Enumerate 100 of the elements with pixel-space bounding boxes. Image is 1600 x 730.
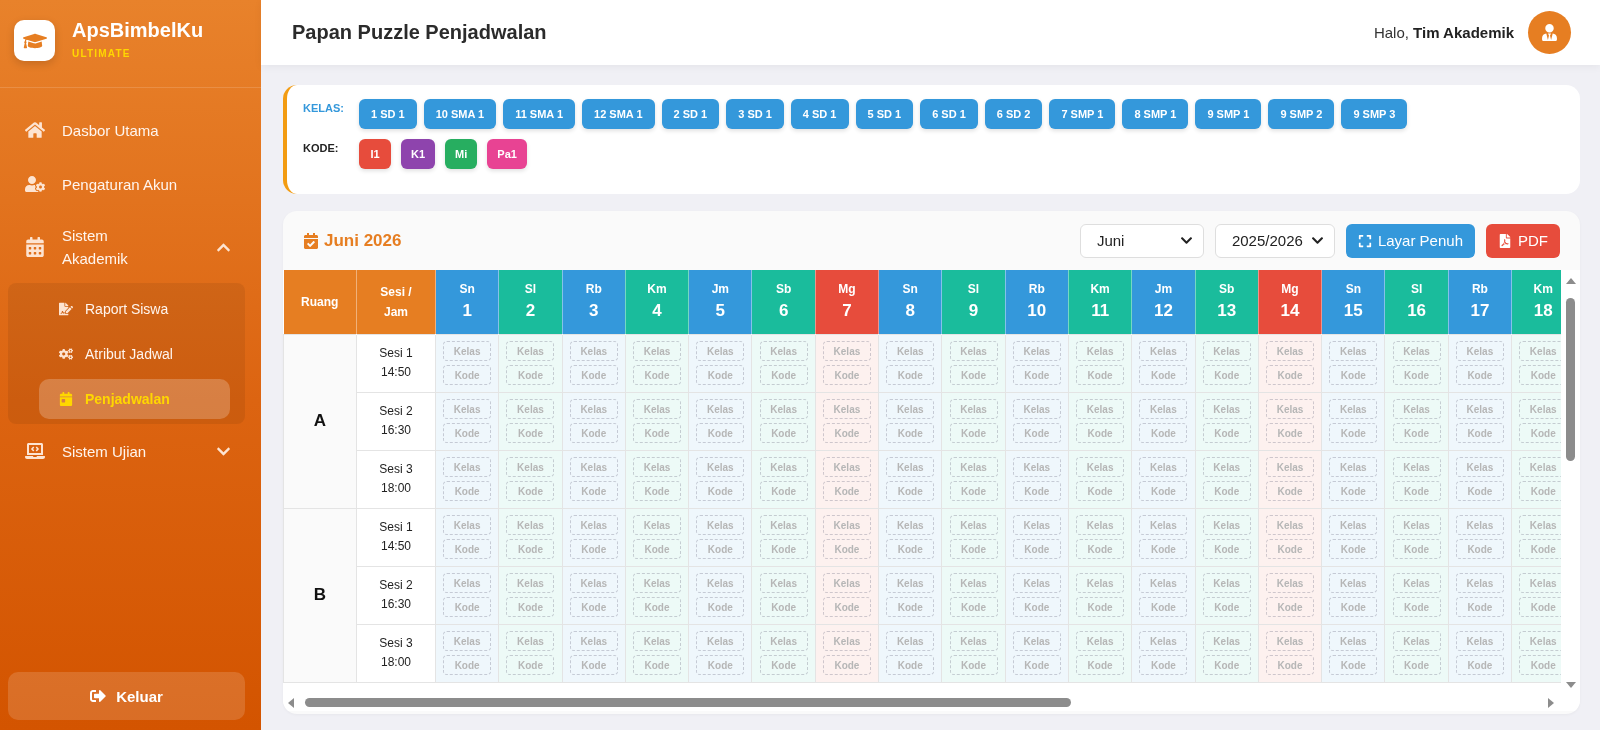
class-drop-slot[interactable]: Kelas bbox=[569, 341, 618, 361]
code-drop-slot[interactable]: Kode bbox=[949, 655, 998, 675]
class-drop-slot[interactable]: Kelas bbox=[1139, 399, 1188, 419]
code-drop-slot[interactable]: Kode bbox=[1012, 423, 1061, 443]
code-drop-slot[interactable]: Kode bbox=[949, 365, 998, 385]
class-drop-slot[interactable]: Kelas bbox=[1266, 399, 1314, 419]
code-drop-slot[interactable]: Kode bbox=[886, 365, 935, 385]
class-chip[interactable]: 9 SMP 2 bbox=[1268, 99, 1335, 129]
class-drop-slot[interactable]: Kelas bbox=[886, 399, 935, 419]
class-drop-slot[interactable]: Kelas bbox=[506, 341, 555, 361]
class-drop-slot[interactable]: Kelas bbox=[1455, 341, 1504, 361]
code-drop-slot[interactable]: Kode bbox=[506, 423, 555, 443]
code-drop-slot[interactable]: Kode bbox=[1392, 423, 1441, 443]
code-drop-slot[interactable]: Kode bbox=[1266, 539, 1314, 559]
class-drop-slot[interactable]: Kelas bbox=[443, 573, 492, 593]
code-drop-slot[interactable]: Kode bbox=[1455, 597, 1504, 617]
code-drop-slot[interactable]: Kode bbox=[569, 597, 618, 617]
class-drop-slot[interactable]: Kelas bbox=[443, 631, 492, 651]
left-triangle-icon[interactable] bbox=[288, 697, 294, 708]
code-drop-slot[interactable]: Kode bbox=[1266, 655, 1314, 675]
class-drop-slot[interactable]: Kelas bbox=[1392, 457, 1441, 477]
class-drop-slot[interactable]: Kelas bbox=[1139, 631, 1188, 651]
code-drop-slot[interactable]: Kode bbox=[822, 423, 871, 443]
code-drop-slot[interactable]: Kode bbox=[696, 481, 745, 501]
class-chip[interactable]: 12 SMA 1 bbox=[582, 99, 655, 129]
scrollbar-thumb[interactable] bbox=[1566, 298, 1575, 461]
code-drop-slot[interactable]: Kode bbox=[506, 481, 555, 501]
class-drop-slot[interactable]: Kelas bbox=[886, 515, 935, 535]
class-drop-slot[interactable]: Kelas bbox=[822, 399, 871, 419]
class-drop-slot[interactable]: Kelas bbox=[633, 515, 682, 535]
class-chip[interactable]: 8 SMP 1 bbox=[1122, 99, 1189, 129]
code-drop-slot[interactable]: Kode bbox=[1076, 365, 1125, 385]
class-drop-slot[interactable]: Kelas bbox=[1329, 573, 1378, 593]
class-drop-slot[interactable]: Kelas bbox=[1139, 515, 1188, 535]
class-drop-slot[interactable]: Kelas bbox=[506, 631, 555, 651]
class-drop-slot[interactable]: Kelas bbox=[696, 399, 745, 419]
class-drop-slot[interactable]: Kelas bbox=[759, 573, 808, 593]
code-drop-slot[interactable]: Kode bbox=[1076, 655, 1125, 675]
code-drop-slot[interactable]: Kode bbox=[886, 597, 935, 617]
submenu-item[interactable]: Raport Siswa bbox=[39, 289, 230, 329]
class-drop-slot[interactable]: Kelas bbox=[506, 573, 555, 593]
fullscreen-button[interactable]: Layar Penuh bbox=[1345, 223, 1475, 258]
class-drop-slot[interactable]: Kelas bbox=[1076, 399, 1125, 419]
code-drop-slot[interactable]: Kode bbox=[1329, 597, 1378, 617]
class-drop-slot[interactable]: Kelas bbox=[696, 573, 745, 593]
class-drop-slot[interactable]: Kelas bbox=[633, 457, 682, 477]
class-drop-slot[interactable]: Kelas bbox=[1329, 457, 1378, 477]
code-drop-slot[interactable]: Kode bbox=[759, 597, 808, 617]
class-drop-slot[interactable]: Kelas bbox=[1202, 515, 1251, 535]
class-drop-slot[interactable]: Kelas bbox=[696, 341, 745, 361]
code-drop-slot[interactable]: Kode bbox=[633, 655, 682, 675]
code-drop-slot[interactable]: Kode bbox=[1202, 365, 1251, 385]
class-drop-slot[interactable]: Kelas bbox=[886, 457, 935, 477]
code-drop-slot[interactable]: Kode bbox=[506, 365, 555, 385]
class-drop-slot[interactable]: Kelas bbox=[1076, 341, 1125, 361]
code-drop-slot[interactable]: Kode bbox=[633, 539, 682, 559]
code-drop-slot[interactable]: Kode bbox=[569, 365, 618, 385]
class-drop-slot[interactable]: Kelas bbox=[1202, 341, 1251, 361]
code-drop-slot[interactable]: Kode bbox=[696, 597, 745, 617]
class-drop-slot[interactable]: Kelas bbox=[822, 457, 871, 477]
class-drop-slot[interactable]: Kelas bbox=[1202, 573, 1251, 593]
code-drop-slot[interactable]: Kode bbox=[443, 481, 492, 501]
code-drop-slot[interactable]: Kode bbox=[633, 481, 682, 501]
code-drop-slot[interactable]: Kode bbox=[1455, 655, 1504, 675]
code-drop-slot[interactable]: Kode bbox=[759, 365, 808, 385]
code-drop-slot[interactable]: Kode bbox=[822, 539, 871, 559]
code-chip[interactable]: Mi bbox=[445, 139, 478, 169]
menu-item[interactable]: Sistem Ujian bbox=[0, 424, 261, 478]
class-drop-slot[interactable]: Kelas bbox=[1329, 399, 1378, 419]
class-drop-slot[interactable]: Kelas bbox=[1392, 341, 1441, 361]
code-drop-slot[interactable]: Kode bbox=[1139, 423, 1188, 443]
class-drop-slot[interactable]: Kelas bbox=[949, 573, 998, 593]
class-drop-slot[interactable]: Kelas bbox=[1392, 399, 1441, 419]
class-drop-slot[interactable]: Kelas bbox=[633, 341, 682, 361]
class-drop-slot[interactable]: Kelas bbox=[822, 573, 871, 593]
code-drop-slot[interactable]: Kode bbox=[1012, 365, 1061, 385]
class-drop-slot[interactable]: Kelas bbox=[886, 573, 935, 593]
code-drop-slot[interactable]: Kode bbox=[886, 481, 935, 501]
class-drop-slot[interactable]: Kelas bbox=[1139, 457, 1188, 477]
code-drop-slot[interactable]: Kode bbox=[1455, 539, 1504, 559]
code-drop-slot[interactable]: Kode bbox=[696, 655, 745, 675]
menu-item[interactable]: Sistem Akademik bbox=[0, 211, 261, 283]
class-drop-slot[interactable]: Kelas bbox=[886, 631, 935, 651]
code-drop-slot[interactable]: Kode bbox=[506, 655, 555, 675]
code-drop-slot[interactable]: Kode bbox=[1392, 365, 1441, 385]
class-drop-slot[interactable]: Kelas bbox=[1202, 631, 1251, 651]
class-chip[interactable]: 2 SD 1 bbox=[661, 99, 720, 129]
code-drop-slot[interactable]: Kode bbox=[949, 423, 998, 443]
class-drop-slot[interactable]: Kelas bbox=[1202, 457, 1251, 477]
class-drop-slot[interactable]: Kelas bbox=[1012, 399, 1061, 419]
class-drop-slot[interactable]: Kelas bbox=[1329, 631, 1378, 651]
class-drop-slot[interactable]: Kelas bbox=[1012, 341, 1061, 361]
code-drop-slot[interactable]: Kode bbox=[569, 539, 618, 559]
class-chip[interactable]: 9 SMP 1 bbox=[1195, 99, 1262, 129]
class-drop-slot[interactable]: Kelas bbox=[443, 341, 492, 361]
class-drop-slot[interactable]: Kelas bbox=[506, 399, 555, 419]
code-drop-slot[interactable]: Kode bbox=[1012, 539, 1061, 559]
class-chip[interactable]: 1 SD 1 bbox=[359, 99, 417, 129]
code-drop-slot[interactable]: Kode bbox=[1076, 481, 1125, 501]
class-drop-slot[interactable]: Kelas bbox=[443, 399, 492, 419]
